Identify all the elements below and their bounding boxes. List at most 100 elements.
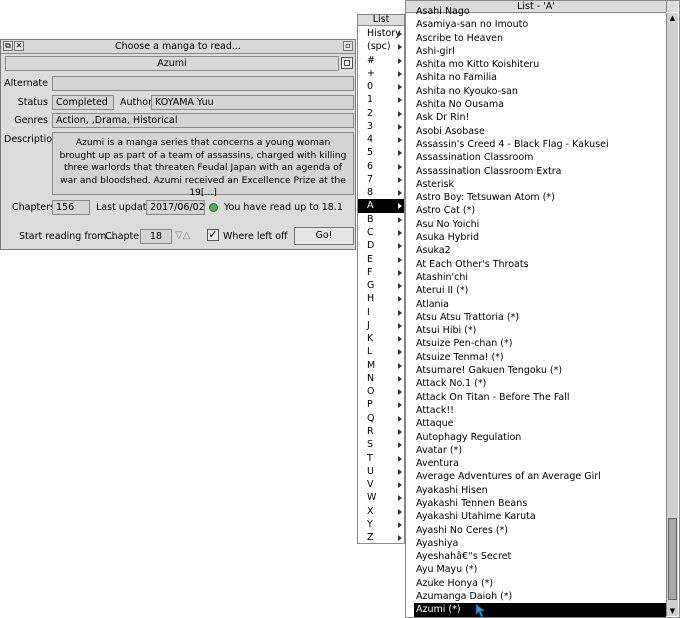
menu-item[interactable]: 6	[358, 160, 404, 173]
close-icon[interactable]: ✕	[14, 41, 24, 51]
list-scrollbar[interactable]: ▲ ▼	[666, 13, 678, 616]
list-item[interactable]: Asamiya-san no Imouto	[414, 18, 666, 31]
chapter-input[interactable]: 18	[140, 229, 172, 244]
list-item[interactable]: Ayakashi Utahime Karuta	[414, 510, 666, 523]
menu-item[interactable]: 3	[358, 120, 404, 133]
list-item[interactable]: Assassination Classroom Extra	[414, 165, 666, 178]
list-item[interactable]: Ayashi No Ceres (*)	[414, 524, 666, 537]
list-item[interactable]: Avatar (*)	[414, 444, 666, 457]
list-item[interactable]: Astro Boy: Tetsuwan Atom (*)	[414, 191, 666, 204]
menu-item[interactable]: I	[358, 306, 404, 319]
menu-item[interactable]: +	[358, 67, 404, 80]
menu-item[interactable]: 1	[358, 93, 404, 106]
list-item[interactable]: Ayashiya	[414, 537, 666, 550]
list-item[interactable]: Ayakashi Tennen Beans	[414, 497, 666, 510]
menu-item[interactable]: 4	[358, 133, 404, 146]
list-item[interactable]: Ashita mo Kitto Koishiteru	[414, 58, 666, 71]
menu-item[interactable]: 5	[358, 146, 404, 159]
toggle-size-icon[interactable]: ▫	[343, 41, 353, 51]
list-item[interactable]: Asahi Nago	[414, 5, 666, 18]
list-item[interactable]: Atsu Atsu Trattoria (*)	[414, 311, 666, 324]
menu-item[interactable]: U	[358, 465, 404, 478]
menu-item[interactable]: S	[358, 438, 404, 451]
menu-item[interactable]: B	[358, 213, 404, 226]
list-item[interactable]: Asobi Asobase	[414, 125, 666, 138]
where-left-checkbox[interactable]: ✓	[207, 229, 219, 241]
list-item[interactable]: Asuka2	[414, 244, 666, 257]
scroll-up-icon[interactable]: ▲	[667, 13, 678, 23]
menu-item[interactable]: 8	[358, 186, 404, 199]
list-item[interactable]: Aventura	[414, 457, 666, 470]
menu-item[interactable]: W	[358, 491, 404, 504]
menu-item[interactable]: O	[358, 385, 404, 398]
list-item[interactable]: Attack!!	[414, 404, 666, 417]
list-item[interactable]: Ayeshahâ€“s Secret	[414, 550, 666, 563]
list-item[interactable]: Ask Dr Rin!	[414, 111, 666, 124]
menu-item[interactable]: K	[358, 332, 404, 345]
menu-item[interactable]: R	[358, 425, 404, 438]
menu-item[interactable]: 7	[358, 173, 404, 186]
list-item[interactable]: Astro Cat (*)	[414, 204, 666, 217]
list-item[interactable]: Autophagy Regulation	[414, 431, 666, 444]
scrollbar-thumb[interactable]	[668, 518, 677, 600]
list-item[interactable]: Azuke Honya (*)	[414, 577, 666, 590]
menu-item[interactable]: #	[358, 54, 404, 67]
list-item[interactable]: Attack On Titan - Before The Fall	[414, 391, 666, 404]
list-item[interactable]: Atsui Hibi (*)	[414, 324, 666, 337]
menu-item[interactable]: E	[358, 253, 404, 266]
scroll-down-icon[interactable]: ▼	[667, 606, 678, 616]
list-item[interactable]: Asuka Hybrid	[414, 231, 666, 244]
list-item[interactable]: Azumi (*)	[414, 603, 666, 617]
list-item[interactable]: Ascribe to Heaven	[414, 32, 666, 45]
list-item[interactable]: Atlania	[414, 298, 666, 311]
menu-item[interactable]: V	[358, 478, 404, 491]
menu-item-label: 7	[367, 173, 374, 185]
list-item[interactable]: Atsuize Tenma! (*)	[414, 351, 666, 364]
manga-menu-icon[interactable]	[341, 57, 353, 69]
list-item[interactable]: Atsumare! Gakuen Tengoku (*)	[414, 364, 666, 377]
menu-item[interactable]: C	[358, 226, 404, 239]
go-button[interactable]: Go!	[294, 227, 354, 245]
list-item[interactable]: Asterisk	[414, 178, 666, 191]
list-item[interactable]: Attaque	[414, 417, 666, 430]
menu-item[interactable]: P	[358, 398, 404, 411]
list-item[interactable]: Ashita No Ousama	[414, 98, 666, 111]
menu-item[interactable]: Z	[358, 531, 404, 544]
menu-item[interactable]: Y	[358, 518, 404, 531]
list-close-icon[interactable]	[666, 1, 678, 12]
dialog-titlebar[interactable]: ⧉ ✕ Choose a manga to read... ▫	[1, 40, 355, 54]
list-item[interactable]: Aterui II (*)	[414, 284, 666, 297]
menu-item[interactable]: History	[358, 27, 404, 40]
menu-item[interactable]: F	[358, 266, 404, 279]
chapter-stepper-icon[interactable]: ▽△	[175, 230, 190, 242]
menu-item[interactable]: (spc)	[358, 40, 404, 53]
list-item[interactable]: Asu No Yoichi	[414, 218, 666, 231]
list-item[interactable]: Ashi-girl	[414, 45, 666, 58]
menu-item[interactable]: 2	[358, 107, 404, 120]
menu-item[interactable]: M	[358, 359, 404, 372]
menu-item[interactable]: 0	[358, 80, 404, 93]
menu-item[interactable]: L	[358, 345, 404, 358]
menu-item[interactable]: G	[358, 279, 404, 292]
menu-item[interactable]: T	[358, 452, 404, 465]
list-item[interactable]: Average Adventures of an Average Girl	[414, 470, 666, 483]
back-icon[interactable]: ⧉	[3, 41, 13, 51]
list-item[interactable]: Attack No.1 (*)	[414, 377, 666, 390]
list-item[interactable]: Assassination Classroom	[414, 151, 666, 164]
list-item[interactable]: Ayakashi Hisen	[414, 484, 666, 497]
list-item[interactable]: Atsuize Pen-chan (*)	[414, 337, 666, 350]
list-item[interactable]: Ashita no Kyouko-san	[414, 85, 666, 98]
menu-item[interactable]: X	[358, 505, 404, 518]
list-item[interactable]: At Each Other's Throats	[414, 258, 666, 271]
menu-item[interactable]: H	[358, 292, 404, 305]
menu-item[interactable]: Q	[358, 412, 404, 425]
list-item[interactable]: Atashin'chi	[414, 271, 666, 284]
list-item[interactable]: Ayu Mayu (*)	[414, 563, 666, 576]
menu-item[interactable]: N	[358, 372, 404, 385]
list-item[interactable]: Azumanga Daioh (*)	[414, 590, 666, 603]
menu-item[interactable]: J	[358, 319, 404, 332]
list-item[interactable]: Ashita no Familia	[414, 71, 666, 84]
list-item[interactable]: Assassin's Creed 4 - Black Flag - Kakuse…	[414, 138, 666, 151]
menu-item[interactable]: A	[358, 199, 404, 213]
menu-item[interactable]: D	[358, 239, 404, 252]
